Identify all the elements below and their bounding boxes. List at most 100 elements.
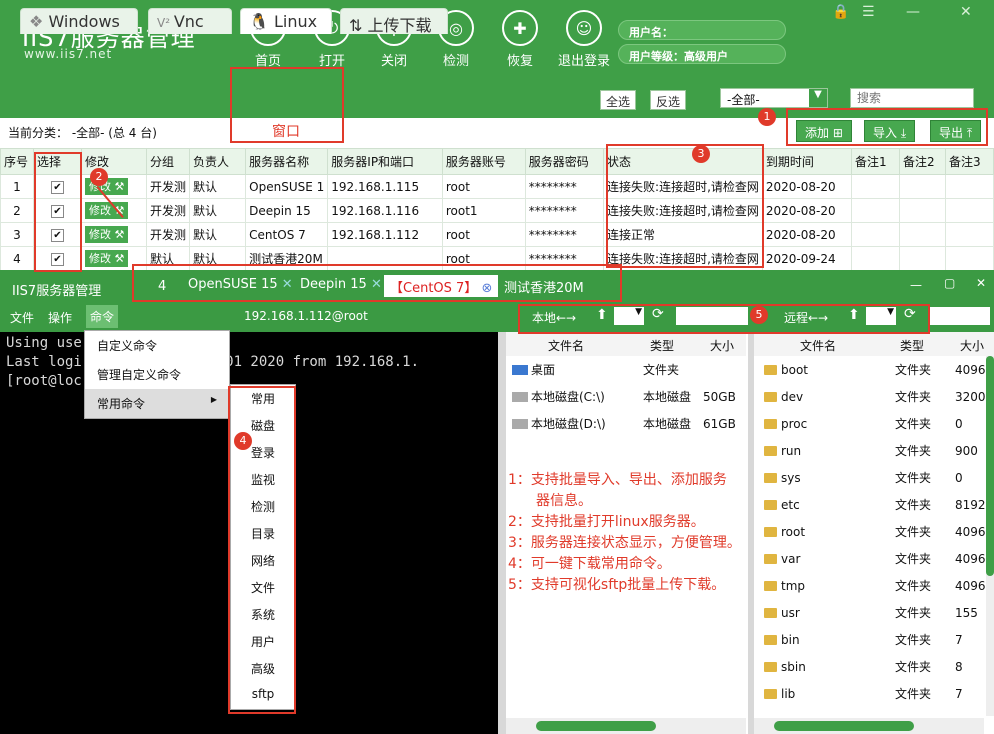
submenu-item[interactable]: 监视 xyxy=(231,466,295,493)
edit-button[interactable]: 修改 ⚒ xyxy=(85,226,129,243)
cell-name: Deepin 15 xyxy=(245,198,329,223)
list-item[interactable]: sbin 文件夹 8 xyxy=(764,653,988,680)
cell-edit: 修改 ⚒ xyxy=(81,198,147,223)
filter-select[interactable]: -全部- ▼ xyxy=(720,88,828,108)
list-item[interactable]: usr 文件夹 155 xyxy=(764,599,988,626)
submenu-item[interactable]: 高级 xyxy=(231,655,295,682)
session-tab-hk[interactable]: 测试香港20M xyxy=(498,275,590,297)
local-search-input[interactable] xyxy=(676,307,748,325)
menu-operation[interactable]: 操作 xyxy=(48,309,72,326)
column-header[interactable]: 分组 xyxy=(145,148,190,175)
menu-command[interactable]: 命令 xyxy=(86,305,119,328)
list-item[interactable]: 本地磁盘(D:\) 本地磁盘 61GB xyxy=(512,410,748,437)
row-checkbox[interactable]: ✔ xyxy=(51,229,64,242)
submenu-item[interactable]: 目录 xyxy=(231,520,295,547)
cell-no: 3 xyxy=(0,222,34,247)
splitter[interactable] xyxy=(748,332,754,734)
column-header[interactable]: 到期时间 xyxy=(761,148,853,175)
tab-vnc[interactable]: V² Vnc xyxy=(148,8,232,34)
column-header[interactable]: 备注1 xyxy=(851,148,900,175)
column-header[interactable]: 负责人 xyxy=(188,148,247,175)
session-tab-centos[interactable]: 【CentOS 7】 ⊗ xyxy=(384,275,499,297)
submenu-item[interactable]: sftp xyxy=(231,682,295,709)
nav-tools-button[interactable]: ✚ 恢复 xyxy=(488,8,552,74)
submenu-item[interactable]: 检测 xyxy=(231,493,295,520)
menu-item-custom[interactable]: 自定义命令 xyxy=(85,331,229,360)
menu-item-manage-custom[interactable]: 管理自定义命令 xyxy=(85,360,229,389)
cell-no: 1 xyxy=(0,174,34,199)
refresh-icon[interactable]: ⟳ xyxy=(904,306,916,322)
column-header[interactable]: 备注2 xyxy=(898,148,947,175)
scrollbar[interactable] xyxy=(506,718,746,734)
list-item[interactable]: tmp 文件夹 4096 xyxy=(764,572,988,599)
nav-user-button[interactable]: ☺ 退出登录 xyxy=(552,8,616,74)
column-header[interactable]: 序号 xyxy=(0,148,34,175)
list-item[interactable]: dev 文件夹 3200 xyxy=(764,383,988,410)
menu-file[interactable]: 文件 xyxy=(10,309,34,326)
maximize-icon[interactable]: ▢ xyxy=(944,276,955,290)
submenu-item[interactable]: 网络 xyxy=(231,547,295,574)
add-button[interactable]: 添加 ⊞ xyxy=(796,120,852,142)
close-tab-icon[interactable]: ✕ xyxy=(371,277,382,292)
search-input[interactable] xyxy=(850,88,974,108)
column-header[interactable]: 备注3 xyxy=(945,148,994,175)
list-item[interactable]: boot 文件夹 4096 xyxy=(764,356,988,383)
tab-linux[interactable]: 🐧 Linux xyxy=(240,8,332,34)
menu-icon[interactable]: ☰ xyxy=(862,4,875,20)
export-button[interactable]: 导出 ⤒ xyxy=(930,120,982,142)
list-item[interactable]: 桌面 文件夹 xyxy=(512,356,748,383)
row-checkbox[interactable]: ✔ xyxy=(51,205,64,218)
minimize-icon[interactable]: — xyxy=(910,278,922,292)
close-tab-icon[interactable]: ✕ xyxy=(282,277,293,292)
minimize-icon[interactable]: — xyxy=(906,4,920,20)
remote-path-select[interactable]: ▼ xyxy=(866,307,896,325)
list-item[interactable]: bin 文件夹 7 xyxy=(764,626,988,653)
close-icon[interactable]: ✕ xyxy=(976,276,986,290)
up-icon[interactable]: ⬆ xyxy=(848,307,860,323)
list-item[interactable]: lib 文件夹 7 xyxy=(764,680,988,707)
nav-label: 打开 xyxy=(318,54,345,69)
remote-search-input[interactable] xyxy=(930,307,990,325)
edit-button[interactable]: 修改 ⚒ xyxy=(85,250,129,267)
refresh-icon[interactable]: ⟳ xyxy=(652,306,664,322)
list-item[interactable]: root 文件夹 4096 xyxy=(764,518,988,545)
local-path-select[interactable]: ▼ xyxy=(614,307,644,325)
row-checkbox[interactable]: ✔ xyxy=(51,181,64,194)
menu-item-common[interactable]: 常用命令 ▶ xyxy=(85,389,229,418)
submenu-item[interactable]: 文件 xyxy=(231,574,295,601)
list-item[interactable]: 本地磁盘(C:\) 本地磁盘 50GB xyxy=(512,383,748,410)
row-checkbox[interactable]: ✔ xyxy=(51,253,64,266)
session-tab-opensuse[interactable]: OpenSUSE 15 ✕ xyxy=(182,275,299,297)
list-item[interactable]: etc 文件夹 8192 xyxy=(764,491,988,518)
column-header[interactable]: 选择 xyxy=(33,148,82,175)
table-row[interactable]: 4 ✔ 修改 ⚒ 默认 默认 测试香港20M root ******** 连接失败:连接超时,请… xyxy=(0,246,994,271)
column-header[interactable]: 服务器名称 xyxy=(245,148,329,175)
close-tab-icon[interactable]: ⊗ xyxy=(481,281,492,296)
up-icon[interactable]: ⬆ xyxy=(596,307,608,323)
import-button[interactable]: 导入 ⤓ xyxy=(864,120,916,142)
submenu-item[interactable]: 用户 xyxy=(231,628,295,655)
list-item[interactable]: var 文件夹 4096 xyxy=(764,545,988,572)
submenu-item[interactable]: 系统 xyxy=(231,601,295,628)
table-row[interactable]: 1 ✔ 修改 ⚒ 开发测 默认 OpenSUSE 1 192.168.1.115 root **… xyxy=(0,174,994,199)
tab-windows[interactable]: ❖ Windows xyxy=(20,8,138,34)
close-icon[interactable]: ✕ xyxy=(960,4,972,20)
splitter[interactable] xyxy=(498,332,506,734)
scrollbar[interactable] xyxy=(986,356,994,716)
table-row[interactable]: 3 ✔ 修改 ⚒ 开发测 默认 CentOS 7 192.168.1.112 root ****… xyxy=(0,222,994,247)
lock-icon[interactable]: 🔒 xyxy=(832,4,849,20)
table-row[interactable]: 2 ✔ 修改 ⚒开发测默认Deepin 15192.168.1.116root1**… xyxy=(0,198,994,223)
column-header[interactable]: 服务器IP和端口 xyxy=(327,148,443,175)
scrollbar[interactable] xyxy=(754,718,984,734)
column-header[interactable]: 状态 xyxy=(603,148,763,175)
column-header[interactable]: 服务器密码 xyxy=(524,148,605,175)
invert-button[interactable]: 反选 xyxy=(650,90,687,110)
column-header[interactable]: 服务器账号 xyxy=(441,148,526,175)
submenu-item[interactable]: 常用 xyxy=(231,385,295,412)
list-item[interactable]: sys 文件夹 0 xyxy=(764,464,988,491)
list-item[interactable]: proc 文件夹 0 xyxy=(764,410,988,437)
tab-upload-download[interactable]: ⇅ 上传下载 xyxy=(340,8,448,35)
session-tab-deepin[interactable]: Deepin 15 ✕ xyxy=(294,275,388,297)
list-item[interactable]: run 文件夹 900 xyxy=(764,437,988,464)
select-all-button[interactable]: 全选 xyxy=(600,90,637,110)
